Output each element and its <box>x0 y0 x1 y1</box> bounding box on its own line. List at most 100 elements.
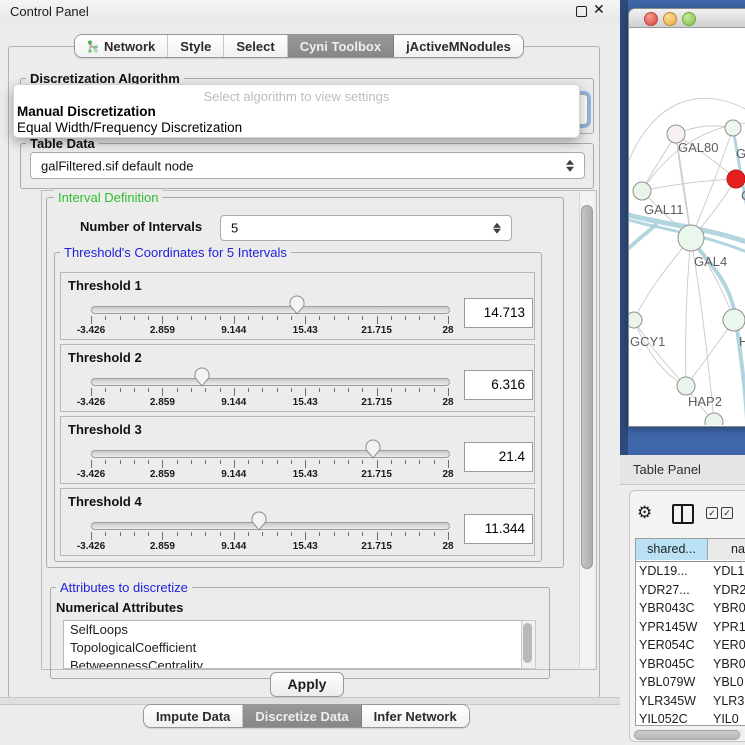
table-cell[interactable]: YPR145W <box>636 618 708 637</box>
slider-thumb[interactable] <box>251 511 267 531</box>
network-edge[interactable] <box>642 179 736 191</box>
column-header-name[interactable]: na <box>708 539 745 560</box>
network-node[interactable] <box>727 170 745 188</box>
network-node-label: GAL80 <box>678 140 718 155</box>
table-row[interactable]: YBR043CYBR0 <box>636 599 745 618</box>
network-edge[interactable] <box>686 238 691 386</box>
checkbox-checked-icon[interactable]: ✓ <box>706 507 718 519</box>
zoom-traffic-light[interactable] <box>682 12 696 26</box>
slider-thumb[interactable] <box>289 295 305 315</box>
network-node[interactable] <box>678 225 704 251</box>
threshold-4-panel: Threshold 4 -3.4262.8599.14415.4321.7152… <box>60 488 535 556</box>
tick-label: 21.715 <box>361 325 392 336</box>
table-row[interactable]: YPR145WYPR1 <box>636 618 745 637</box>
tab-select[interactable]: Select <box>224 35 287 57</box>
tick-label: 15.43 <box>293 325 318 336</box>
table-cell[interactable]: YER054C <box>636 636 708 655</box>
network-node[interactable] <box>629 312 642 328</box>
attributes-scrollbar-thumb[interactable] <box>523 623 532 663</box>
network-node-label: GCY1 <box>630 334 665 349</box>
gear-icon[interactable]: ⚙ <box>637 503 652 523</box>
threshold-value-field[interactable]: 6.316 <box>464 370 533 400</box>
tick-label: 9.144 <box>221 397 246 408</box>
column-header-shared[interactable]: shared... <box>636 539 708 560</box>
apply-button[interactable]: Apply <box>270 672 344 697</box>
list-item[interactable]: BetweennessCentrality <box>64 657 521 669</box>
table-row[interactable]: YBR045CYBR0 <box>636 655 745 674</box>
table-row[interactable]: YER054CYER0 <box>636 636 745 655</box>
network-node[interactable] <box>725 120 741 136</box>
list-item[interactable]: SelfLoops <box>64 621 521 639</box>
tab-impute-data[interactable]: Impute Data <box>144 705 243 727</box>
slider-thumb[interactable] <box>365 439 381 459</box>
network-edge[interactable] <box>634 320 686 386</box>
table-row[interactable]: YDR27...YDR2 <box>636 581 745 600</box>
network-edge-highlighted[interactable] <box>629 224 657 250</box>
tab-network[interactable]: Network <box>75 35 168 57</box>
network-window-titlebar[interactable] <box>629 9 745 28</box>
float-window-icon[interactable] <box>576 6 587 17</box>
tick-label: 9.144 <box>221 325 246 336</box>
tab-cyni-toolbox[interactable]: Cyni Toolbox <box>288 35 394 57</box>
table-row[interactable]: YBL079WYBL0 <box>636 673 745 692</box>
tab-style[interactable]: Style <box>168 35 224 57</box>
dropdown-option-manual[interactable]: Manual Discretization <box>17 104 156 119</box>
table-cell[interactable]: YBL0 <box>708 673 745 692</box>
network-edge[interactable] <box>634 238 691 320</box>
table-cell[interactable]: YBR0 <box>708 655 745 674</box>
table-cell[interactable]: YDL1 <box>708 562 745 581</box>
table-cell[interactable]: YER0 <box>708 636 745 655</box>
table-cell[interactable]: YBL079W <box>636 673 708 692</box>
threshold-value-field[interactable]: 14.713 <box>464 298 533 328</box>
threshold-value-field[interactable]: 21.4 <box>464 442 533 472</box>
close-traffic-light[interactable] <box>644 12 658 26</box>
spinner-arrows-icon <box>493 221 502 236</box>
table-row[interactable]: YLR345WYLR3 <box>636 692 745 711</box>
dropdown-option-equal-width[interactable]: Equal Width/Frequency Discretization <box>17 120 242 135</box>
table-cell[interactable]: YBR045C <box>636 655 708 674</box>
table-cell[interactable]: YBR0 <box>708 599 745 618</box>
number-of-intervals-spinner[interactable]: 5 <box>220 215 512 241</box>
list-item[interactable]: TopologicalCoefficient <box>64 639 521 657</box>
split-columns-icon[interactable] <box>672 504 694 524</box>
table-cell[interactable]: YLR345W <box>636 692 708 711</box>
tick-label: 21.715 <box>361 397 392 408</box>
table-cell[interactable]: YDR27... <box>636 581 708 600</box>
table-cell[interactable]: YDL19... <box>636 562 708 581</box>
tab-jactivemnodules[interactable]: jActiveMNodules <box>394 35 523 57</box>
table-cell[interactable]: YIL0 <box>708 710 745 726</box>
network-view-window: GAL80GACGAL11GAL4GCY1HHAP2 <box>628 8 745 427</box>
network-node[interactable] <box>723 309 745 331</box>
table-cell[interactable]: YLR3 <box>708 692 745 711</box>
table-cell[interactable]: YDR2 <box>708 581 745 600</box>
network-edge[interactable] <box>686 320 734 386</box>
tab-discretize-data[interactable]: Discretize Data <box>243 705 361 727</box>
table-cell[interactable]: YBR043C <box>636 599 708 618</box>
network-edge[interactable] <box>642 134 676 191</box>
table-row[interactable]: YIL052CYIL0 <box>636 710 745 726</box>
tick-label: 2.859 <box>150 397 175 408</box>
tick-label: 15.43 <box>293 541 318 552</box>
close-icon[interactable]: ✕ <box>593 1 605 18</box>
tick-label: 28 <box>442 541 453 552</box>
network-node[interactable] <box>677 377 695 395</box>
table-cell[interactable]: YPR1 <box>708 618 745 637</box>
tick-label: 9.144 <box>221 541 246 552</box>
table-data-combobox[interactable]: galFiltered.sif default node <box>30 152 585 179</box>
tick-label: 28 <box>442 397 453 408</box>
minimize-traffic-light[interactable] <box>663 12 677 26</box>
threshold-value-field[interactable]: 11.344 <box>464 514 533 544</box>
settings-scrollbar-thumb[interactable] <box>581 205 593 569</box>
network-canvas[interactable]: GAL80GACGAL11GAL4GCY1HHAP2 <box>629 28 745 425</box>
slider-ticks <box>91 316 448 325</box>
tab-infer-network[interactable]: Infer Network <box>362 705 469 727</box>
checkbox-checked-icon[interactable]: ✓ <box>721 507 733 519</box>
table-row[interactable]: YDL19...YDL1 <box>636 562 745 581</box>
dropdown-placeholder-item: Select algorithm to view settings <box>14 89 579 104</box>
slider-thumb[interactable] <box>194 367 210 387</box>
thresholds-group-title: Threshold's Coordinates for 5 Intervals <box>60 245 291 260</box>
table-cell[interactable]: YIL052C <box>636 710 708 726</box>
network-node[interactable] <box>633 182 651 200</box>
network-edge[interactable] <box>634 320 686 386</box>
table-hscrollbar-thumb[interactable] <box>634 730 740 740</box>
